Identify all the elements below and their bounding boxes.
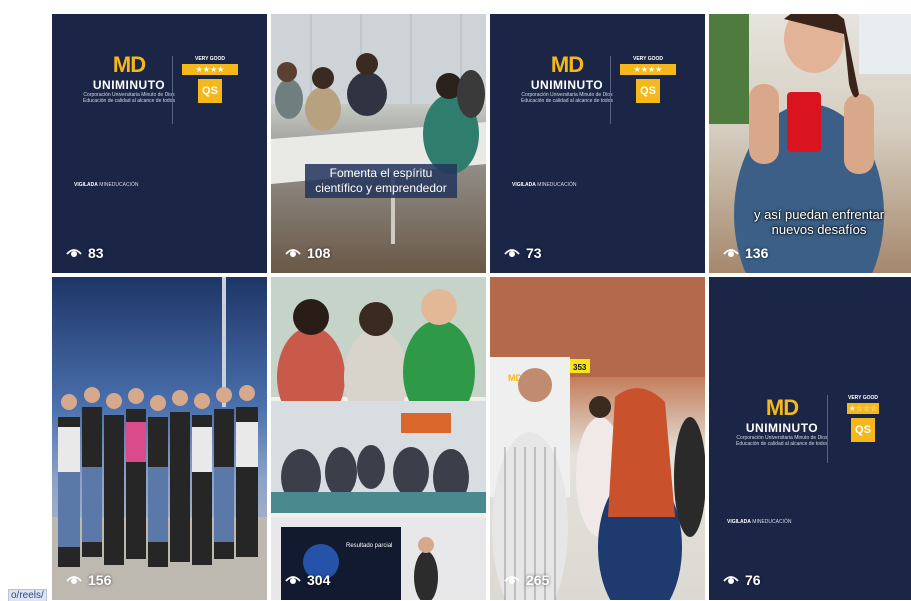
eye-icon (723, 576, 739, 584)
view-count: 156 (66, 572, 111, 588)
reel-tile-2[interactable]: Fomenta el espíritu científico y emprend… (271, 14, 486, 273)
vigilada-label: VIGILADA MINEDUCACIÓN (727, 519, 792, 525)
uniminuto-logo: MD UNIMINUTO Corporación Universitaria M… (82, 52, 175, 104)
reel-photo: MD 353 (490, 277, 705, 600)
eye-icon (723, 249, 739, 257)
vigilada-label: VIGILADA MINEDUCACIÓN (512, 182, 577, 188)
reels-grid: MD UNIMINUTO Corporación Universitaria M… (52, 14, 911, 600)
view-count: 304 (285, 572, 330, 588)
view-count: 108 (285, 245, 330, 261)
uniminuto-logo: MD UNIMINUTO Corporación Universitaria M… (520, 52, 613, 104)
view-count: 265 (504, 572, 549, 588)
vigilada-label: VIGILADA MINEDUCACIÓN (74, 182, 139, 188)
view-count: 83 (66, 245, 104, 261)
reel-photo (271, 14, 486, 244)
reel-tile-3[interactable]: MD UNIMINUTO Corporación Universitaria M… (490, 14, 705, 273)
status-url-tooltip: o/reels/ (8, 589, 47, 601)
qs-rating: VERY GOOD ★★★★ QS (618, 56, 678, 103)
eye-icon (66, 576, 82, 584)
reel-photo (52, 277, 267, 600)
divider (827, 395, 828, 463)
reel-tile-6[interactable]: Resultado parcial 304 (271, 277, 486, 600)
view-count: 136 (723, 245, 768, 261)
uniminuto-logo: MD UNIMINUTO Corporación Universitaria M… (735, 395, 828, 447)
reel-tile-5[interactable]: 156 (52, 277, 267, 600)
eye-icon (504, 576, 520, 584)
reel-tile-1[interactable]: MD UNIMINUTO Corporación Universitaria M… (52, 14, 267, 273)
qs-rating: VERY GOOD ★★★★ QS (180, 56, 240, 103)
slide-title: Resultado parcial (346, 543, 392, 549)
reel-photo: Resultado parcial (271, 277, 486, 600)
sign-number: 353 (573, 363, 587, 372)
eye-icon (66, 249, 82, 257)
divider (610, 56, 611, 124)
reel-caption: Fomenta el espíritu científico y emprend… (305, 164, 457, 198)
qs-rating: VERY GOOD ★☆☆☆ QS (833, 395, 893, 442)
reel-caption: y así puedan enfrentar nuevos desafíos (753, 207, 885, 237)
reel-tile-4[interactable]: y así puedan enfrentar nuevos desafíos 1… (709, 14, 911, 273)
eye-icon (285, 249, 301, 257)
eye-icon (504, 249, 520, 257)
divider (172, 56, 173, 124)
reel-tile-7[interactable]: MD 353 265 (490, 277, 705, 600)
reel-tile-8[interactable]: MD UNIMINUTO Corporación Universitaria M… (709, 277, 911, 600)
view-count: 73 (504, 245, 542, 261)
eye-icon (285, 576, 301, 584)
view-count: 76 (723, 572, 761, 588)
